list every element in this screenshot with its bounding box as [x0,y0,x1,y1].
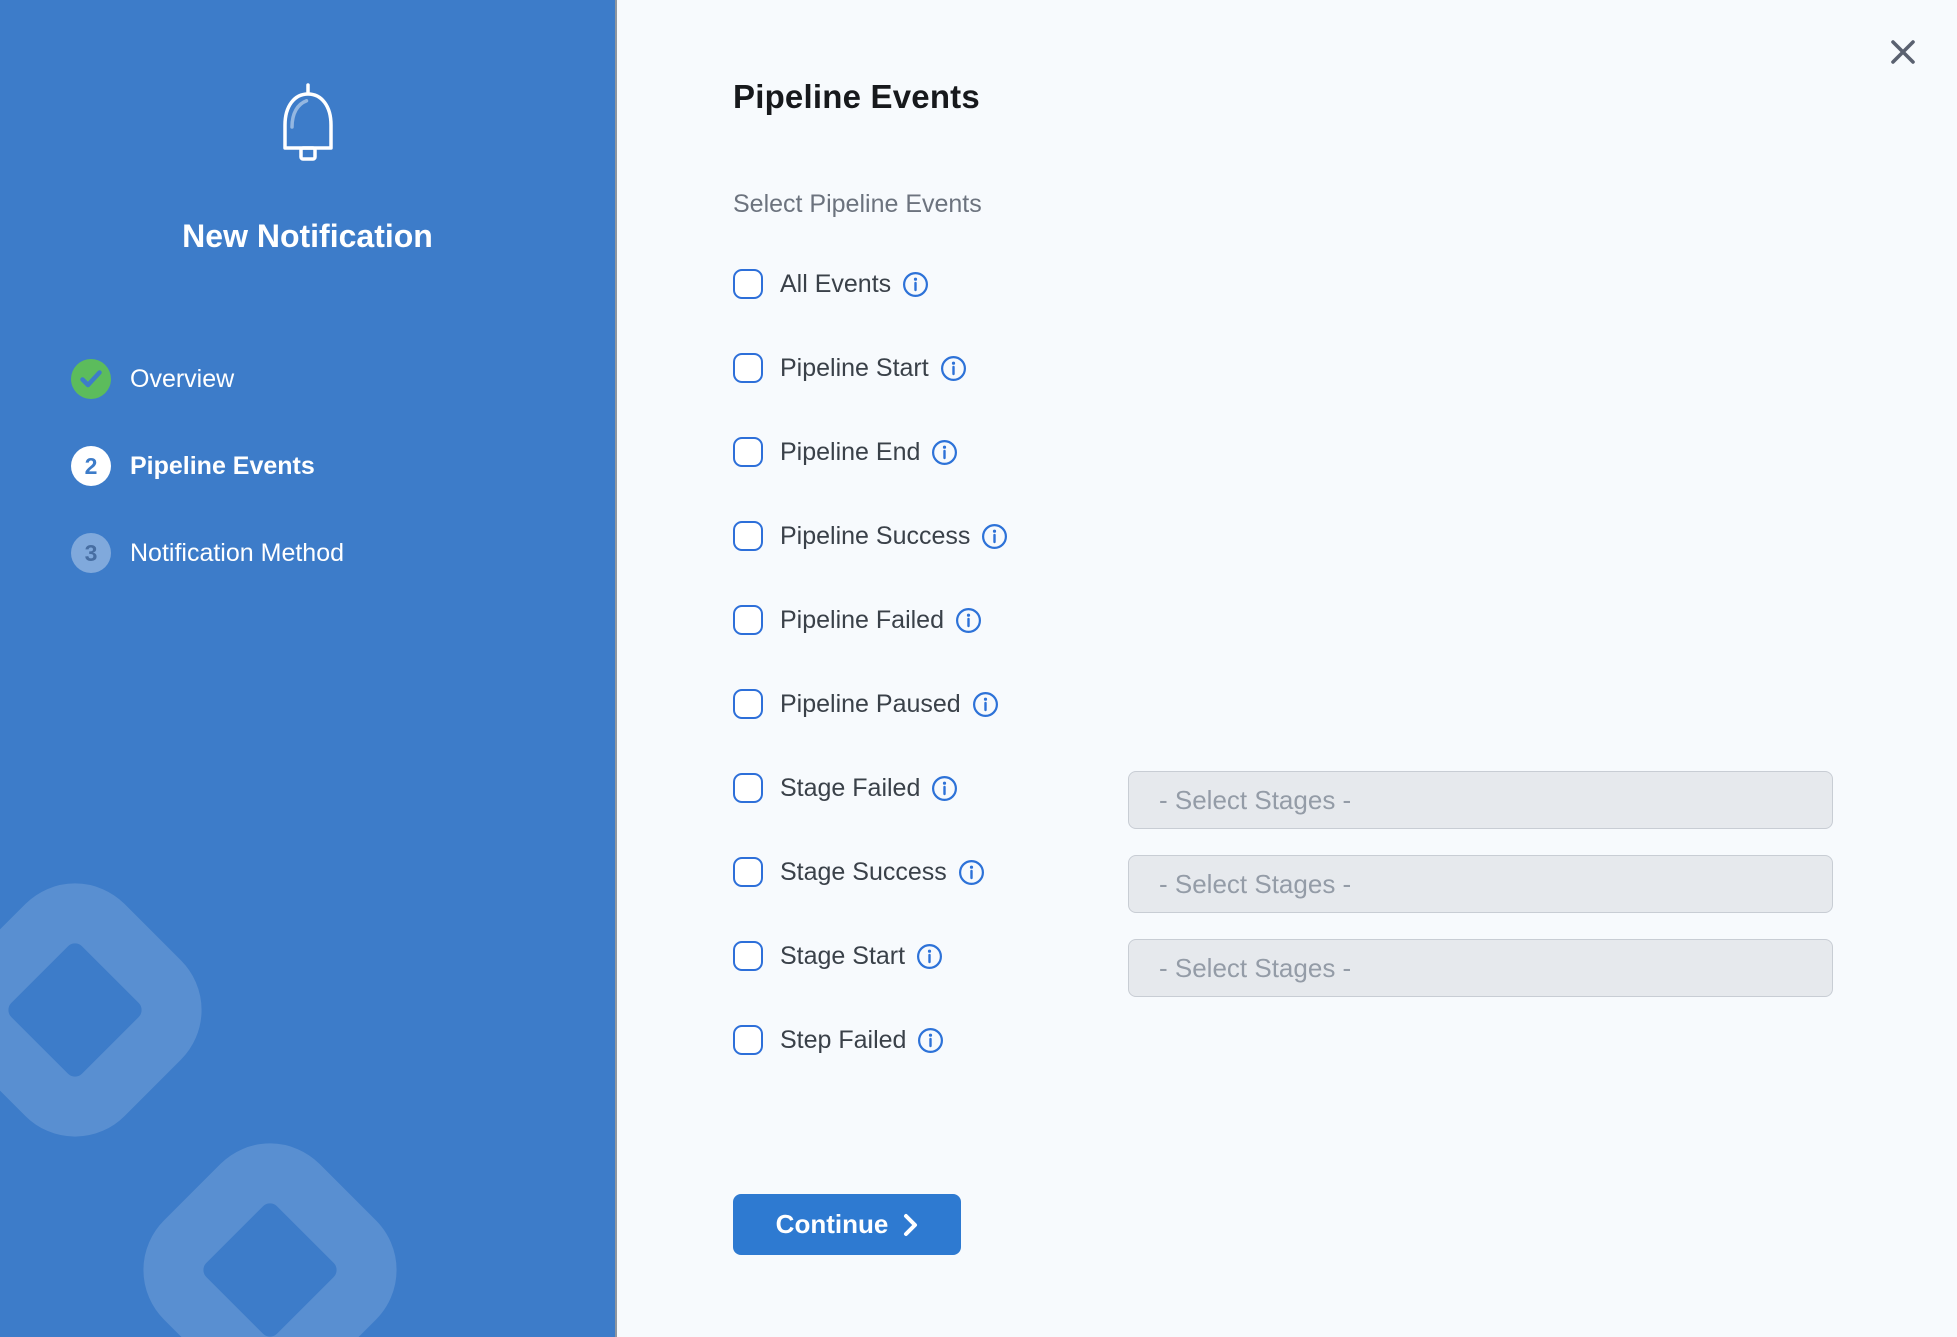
stage-success-select[interactable]: - Select Stages - [1128,855,1833,913]
info-icon[interactable] [931,439,958,466]
continue-button[interactable]: Continue [733,1194,961,1255]
wizard-steps: Overview 2 Pipeline Events 3 Notificatio… [71,359,344,620]
sidebar-step-pipeline-events[interactable]: 2 Pipeline Events [71,446,344,486]
step-failed-checkbox[interactable] [733,1025,763,1055]
event-row-pipeline-end: Pipeline End [733,437,1883,467]
stage-select-placeholder: - Select Stages - [1159,953,1351,984]
stage-success-checkbox[interactable] [733,857,763,887]
info-icon[interactable] [955,607,982,634]
info-icon[interactable] [940,355,967,382]
info-icon[interactable] [981,523,1008,550]
new-notification-modal: New Notification Overview 2 Pipeline Eve… [0,0,1957,1337]
event-label: Pipeline Start [780,354,929,383]
sidebar: New Notification Overview 2 Pipeline Eve… [0,0,617,1337]
event-label: Stage Success [780,858,947,887]
stage-failed-checkbox[interactable] [733,773,763,803]
info-icon[interactable] [931,775,958,802]
stage-start-checkbox[interactable] [733,941,763,971]
event-label: Pipeline Failed [780,606,944,635]
step-label: Pipeline Events [130,452,315,481]
modal-title: New Notification [0,218,615,255]
event-row-step-failed: Step Failed [733,1025,1883,1055]
close-icon[interactable] [1888,37,1918,67]
all-events-checkbox[interactable] [733,269,763,299]
event-label: Stage Failed [780,774,920,803]
event-list: All Events Pipeline Start [733,269,1883,1109]
continue-button-label: Continue [776,1209,889,1240]
sidebar-step-overview[interactable]: Overview [71,359,344,399]
step-label: Notification Method [130,539,344,568]
info-icon[interactable] [917,1027,944,1054]
event-row-pipeline-failed: Pipeline Failed [733,605,1883,635]
stage-failed-select[interactable]: - Select Stages - [1128,771,1833,829]
event-row-pipeline-success: Pipeline Success [733,521,1883,551]
event-row-stage-start: Stage Start - Select Stages - [733,941,1883,971]
pipeline-start-checkbox[interactable] [733,353,763,383]
event-label: Step Failed [780,1026,906,1055]
bell-icon [0,82,615,167]
pipeline-success-checkbox[interactable] [733,521,763,551]
info-icon[interactable] [958,859,985,886]
event-label: Pipeline Paused [780,690,961,719]
step-number-badge: 2 [71,446,111,486]
step-label: Overview [130,365,234,394]
info-icon[interactable] [902,271,929,298]
pipeline-paused-checkbox[interactable] [733,689,763,719]
event-row-stage-failed: Stage Failed - Select Stages - [733,773,1883,803]
stage-select-placeholder: - Select Stages - [1159,785,1351,816]
info-icon[interactable] [916,943,943,970]
brand-watermark-icon [0,854,231,1165]
pipeline-end-checkbox[interactable] [733,437,763,467]
step-number-badge: 3 [71,533,111,573]
event-label: Stage Start [780,942,905,971]
event-row-all-events: All Events [733,269,1883,299]
section-subtitle: Select Pipeline Events [733,190,982,219]
chevron-right-icon [903,1213,918,1237]
event-label: Pipeline End [780,438,920,467]
step-complete-badge [71,359,111,399]
check-icon [80,370,102,388]
event-label: Pipeline Success [780,522,970,551]
event-row-stage-success: Stage Success - Select Stages - [733,857,1883,887]
event-row-pipeline-start: Pipeline Start [733,353,1883,383]
stage-select-placeholder: - Select Stages - [1159,869,1351,900]
event-row-pipeline-paused: Pipeline Paused [733,689,1883,719]
pipeline-failed-checkbox[interactable] [733,605,763,635]
page-title: Pipeline Events [733,78,980,116]
stage-start-select[interactable]: - Select Stages - [1128,939,1833,997]
brand-watermark-icon [114,1114,425,1337]
event-label: All Events [780,270,891,299]
sidebar-step-notification-method[interactable]: 3 Notification Method [71,533,344,573]
info-icon[interactable] [972,691,999,718]
